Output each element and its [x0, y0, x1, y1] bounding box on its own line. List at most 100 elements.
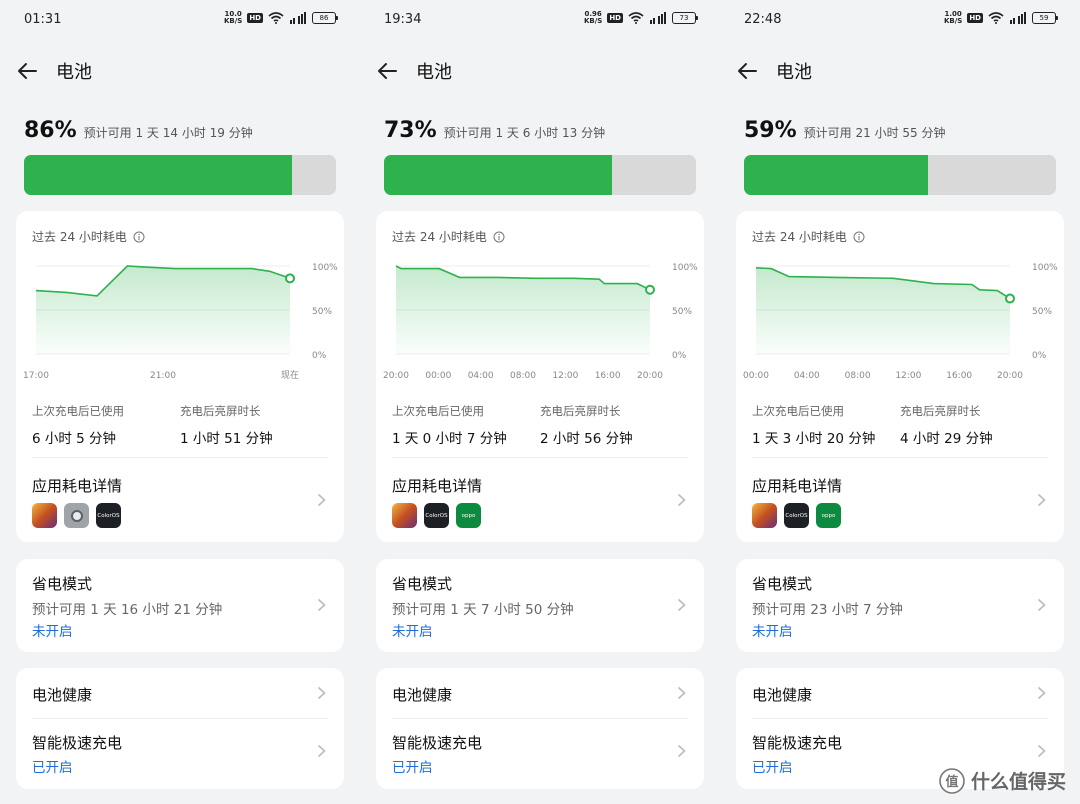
- power-saving-status: 未开启: [752, 624, 793, 640]
- chevron-right-icon[interactable]: [1037, 744, 1046, 758]
- usage-card: 过去 24 小时耗电 100% 50% 0% 00:00 04:00 08:00 12:00…: [736, 211, 1064, 542]
- back-arrow-icon[interactable]: [16, 60, 38, 82]
- signal-icon: [650, 12, 666, 24]
- battery-usage-chart: 100% 50% 0% 00:00 04:00 08:00 12:00 16:00 20:00: [743, 263, 1058, 381]
- power-saving-title: 省电模式: [752, 575, 813, 593]
- stat-value: 4 小时 29 分钟: [900, 431, 993, 447]
- stat-value: 6 小时 5 分钟: [32, 431, 117, 447]
- power-saving-card[interactable]: 省电模式 预计可用 1 天 16 小时 21 分钟 未开启: [16, 559, 344, 652]
- battery-status-icon: 86: [312, 12, 338, 24]
- divider: [32, 457, 328, 458]
- stat-screen-on: 充电后亮屏时长 2 小时 56 分钟: [540, 403, 688, 447]
- battery-health-item[interactable]: 电池健康: [32, 684, 92, 705]
- info-icon[interactable]: [133, 231, 145, 243]
- chevron-right-icon[interactable]: [317, 686, 326, 700]
- y-tick-label: 100%: [1032, 263, 1058, 273]
- chevron-right-icon[interactable]: [317, 598, 326, 612]
- stat-label: 充电后亮屏时长: [900, 404, 981, 418]
- current-level-point: [285, 273, 295, 284]
- fast-charge-status: 已开启: [392, 760, 433, 776]
- battery-area: [36, 266, 290, 354]
- status-time: 22:48: [744, 12, 782, 27]
- fast-charge-item[interactable]: 智能极速充电: [392, 732, 482, 753]
- header: 电池: [16, 58, 92, 84]
- network-speed: 10.0 KB/S: [224, 11, 242, 25]
- x-tick-label: 12:00: [552, 371, 578, 381]
- x-tick-label: 16:00: [946, 371, 972, 381]
- power-saving-status: 未开启: [392, 624, 433, 640]
- battery-screen-2: 19:34 0.96 KB/S HD 73 电池 73% 预计可用 1 天 6 …: [360, 0, 720, 804]
- power-saving-title: 省电模式: [32, 575, 93, 593]
- stat-label: 充电后亮屏时长: [540, 404, 621, 418]
- stat-label: 上次充电后已使用: [752, 404, 844, 418]
- fast-charge-item[interactable]: 智能极速充电: [752, 732, 842, 753]
- wifi-icon: [268, 12, 284, 24]
- battery-percent: 59%: [744, 118, 797, 143]
- x-tick-label: 20:00: [383, 371, 409, 381]
- back-arrow-icon[interactable]: [376, 60, 398, 82]
- stat-value: 1 小时 51 分钟: [180, 431, 273, 447]
- current-level-point: [645, 284, 655, 295]
- battery-level-bar: [744, 155, 1056, 195]
- chevron-right-icon[interactable]: [317, 744, 326, 758]
- x-tick-label: 20:00: [637, 371, 663, 381]
- divider: [392, 457, 688, 458]
- chevron-right-icon[interactable]: [1037, 686, 1046, 700]
- wifi-icon: [988, 12, 1004, 24]
- oppo-icon: oppo: [456, 503, 481, 528]
- x-tick-label: 04:00: [794, 371, 820, 381]
- battery-summary: 86% 预计可用 1 天 14 小时 19 分钟: [24, 118, 253, 143]
- stat-screen-on: 充电后亮屏时长 4 小时 29 分钟: [900, 403, 1048, 447]
- usage-stats: 上次充电后已使用 6 小时 5 分钟 充电后亮屏时长 1 小时 51 分钟: [32, 403, 328, 447]
- app-usage-title[interactable]: 应用耗电详情: [392, 475, 482, 496]
- chevron-right-icon[interactable]: [317, 493, 326, 507]
- chevron-right-icon[interactable]: [677, 686, 686, 700]
- stat-value: 2 小时 56 分钟: [540, 431, 633, 447]
- chart-title-text: 过去 24 小时耗电: [752, 230, 847, 244]
- app-usage-title[interactable]: 应用耗电详情: [32, 475, 122, 496]
- power-saving-card[interactable]: 省电模式 预计可用 1 天 7 小时 50 分钟 未开启: [376, 559, 704, 652]
- status-icons: 10.0 KB/S HD 86: [224, 11, 338, 25]
- status-bar: 22:48 1.00 KB/S HD 59: [720, 10, 1080, 30]
- power-saving-card[interactable]: 省电模式 预计可用 23 小时 7 分钟 未开启: [736, 559, 1064, 652]
- battery-usage-chart: 100% 50% 0% 20:00 00:00 04:00 08:00 12:00 16:00 2…: [383, 263, 698, 381]
- chart-title-text: 过去 24 小时耗电: [392, 230, 487, 244]
- coloros-icon: ColorOS: [784, 503, 809, 528]
- chevron-right-icon[interactable]: [1037, 493, 1046, 507]
- watermark: 值 什么值得买: [939, 767, 1066, 794]
- divider: [752, 457, 1048, 458]
- chevron-right-icon[interactable]: [1037, 598, 1046, 612]
- battery-area: [396, 266, 650, 354]
- battery-level-fill: [744, 155, 929, 195]
- chevron-right-icon[interactable]: [677, 598, 686, 612]
- fast-charge-item[interactable]: 智能极速充电: [32, 732, 122, 753]
- wifi-icon: [628, 12, 644, 24]
- battery-summary: 73% 预计可用 1 天 6 小时 13 分钟: [384, 118, 605, 143]
- power-saving-estimate: 预计可用 1 天 16 小时 21 分钟: [32, 602, 223, 618]
- battery-level-fill: [384, 155, 612, 195]
- divider: [752, 718, 1048, 719]
- status-time: 01:31: [24, 12, 62, 27]
- network-speed: 1.00 KB/S: [944, 11, 962, 25]
- chevron-right-icon[interactable]: [677, 493, 686, 507]
- x-tick-label: 16:00: [595, 371, 621, 381]
- page-title: 电池: [56, 62, 92, 83]
- app-usage-title[interactable]: 应用耗电详情: [752, 475, 842, 496]
- info-icon[interactable]: [853, 231, 865, 243]
- back-arrow-icon[interactable]: [736, 60, 758, 82]
- stat-since-charge: 上次充电后已使用 6 小时 5 分钟: [32, 403, 180, 447]
- x-tick-label: 12:00: [895, 371, 921, 381]
- x-tick-label: 08:00: [845, 371, 871, 381]
- info-icon[interactable]: [493, 231, 505, 243]
- battery-estimate: 预计可用 1 天 14 小时 19 分钟: [83, 126, 253, 140]
- page-title: 电池: [776, 62, 812, 83]
- battery-health-item[interactable]: 电池健康: [752, 684, 812, 705]
- chevron-right-icon[interactable]: [677, 744, 686, 758]
- battery-usage-chart: 100% 50% 0% 17:00 21:00 现在: [23, 263, 338, 381]
- battery-settings-card: 电池健康 智能极速充电 已开启: [376, 668, 704, 789]
- hd-icon: HD: [967, 13, 983, 23]
- chart-title: 过去 24 小时耗电: [392, 228, 505, 245]
- battery-health-item[interactable]: 电池健康: [392, 684, 452, 705]
- stat-since-charge: 上次充电后已使用 1 天 0 小时 7 分钟: [392, 403, 540, 447]
- battery-status-icon: 73: [672, 12, 698, 24]
